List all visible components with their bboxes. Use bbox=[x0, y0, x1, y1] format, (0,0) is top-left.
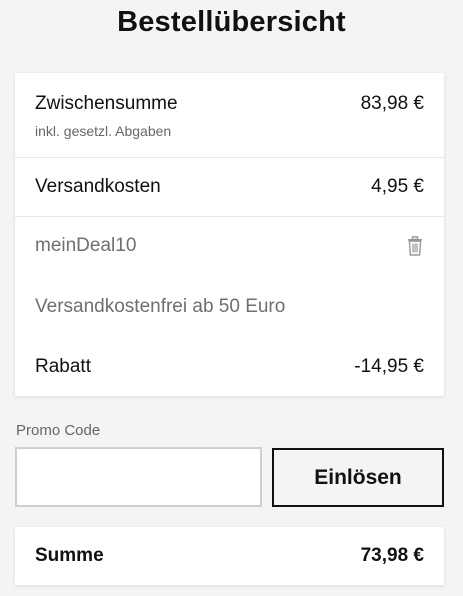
total-card: Summe 73,98 € bbox=[15, 527, 444, 585]
promo-code-input[interactable] bbox=[15, 447, 262, 507]
divider bbox=[15, 157, 444, 158]
divider bbox=[15, 216, 444, 217]
order-summary-page: Bestellübersicht Zwischensumme 83,98 € i… bbox=[0, 0, 463, 596]
coupon-description-row: Versandkostenfrei ab 50 Euro bbox=[35, 294, 424, 320]
subtotal-label: Zwischensumme bbox=[35, 93, 178, 114]
page-title: Bestellübersicht bbox=[117, 6, 346, 38]
shipping-row: Versandkosten 4,95 € bbox=[35, 174, 424, 200]
discount-value: -14,95 € bbox=[354, 356, 424, 377]
total-label: Summe bbox=[35, 545, 104, 566]
trash-icon[interactable] bbox=[406, 236, 424, 256]
total-value: 73,98 € bbox=[360, 545, 424, 566]
coupon-description: Versandkostenfrei ab 50 Euro bbox=[35, 296, 286, 317]
total-row: Summe 73,98 € bbox=[35, 527, 424, 585]
discount-label: Rabatt bbox=[35, 356, 91, 377]
shipping-value: 4,95 € bbox=[371, 176, 424, 197]
coupon-code: meinDeal10 bbox=[35, 235, 137, 256]
coupon-row: meinDeal10 bbox=[35, 233, 424, 259]
summary-card: Zwischensumme 83,98 € inkl. gesetzl. Abg… bbox=[15, 73, 444, 396]
promo-code-label: Promo Code bbox=[16, 422, 101, 439]
subtotal-row: Zwischensumme 83,98 € bbox=[35, 91, 424, 117]
discount-row: Rabatt -14,95 € bbox=[35, 354, 424, 380]
shipping-label: Versandkosten bbox=[35, 176, 161, 197]
subtotal-tax-note: inkl. gesetzl. Abgaben bbox=[35, 123, 172, 139]
subtotal-value: 83,98 € bbox=[360, 93, 424, 114]
redeem-button[interactable]: Einlösen bbox=[272, 448, 444, 507]
